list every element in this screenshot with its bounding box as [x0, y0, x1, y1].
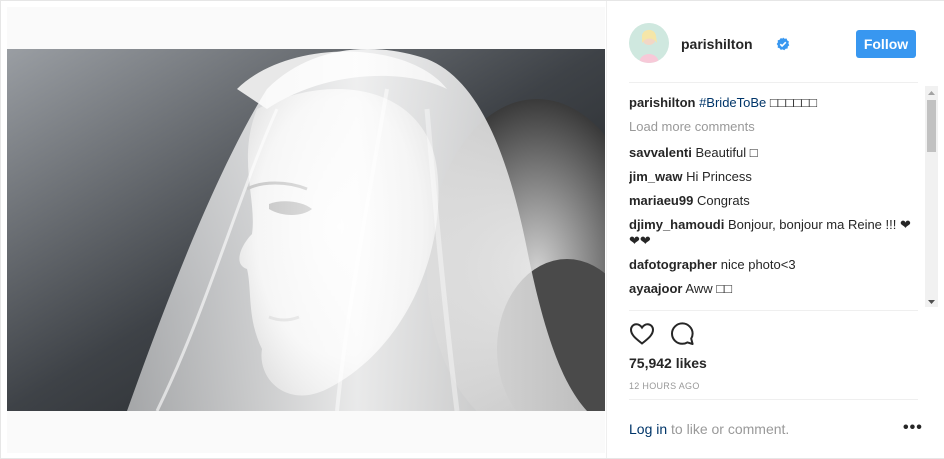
comment-text: nice photo<3 — [720, 257, 796, 272]
comment-item: ayaajoor Aww □□ — [629, 281, 911, 297]
comment-username[interactable]: djimy_hamoudi — [629, 217, 724, 232]
scroll-up-arrow-icon[interactable] — [925, 86, 938, 98]
caption-username[interactable]: parishilton — [629, 95, 695, 110]
avatar-image — [629, 23, 669, 63]
comment-item: savvalenti Beautiful □ — [629, 145, 911, 161]
load-more-comments-link[interactable]: Load more comments — [629, 119, 911, 135]
likes-count[interactable]: 75,942 likes — [629, 355, 707, 371]
post-header: parishilton Follow — [629, 23, 918, 65]
comment-username[interactable]: savvalenti — [629, 145, 692, 160]
post-media — [7, 7, 605, 453]
post-timestamp[interactable]: 12 HOURS AGO — [629, 381, 700, 391]
author-username[interactable]: parishilton — [681, 36, 753, 52]
divider — [629, 310, 918, 311]
comments-scrollbar[interactable] — [925, 86, 938, 307]
more-options-button[interactable]: ••• — [903, 419, 923, 437]
scroll-down-arrow-icon[interactable] — [925, 295, 938, 307]
photo-image — [7, 49, 605, 411]
comment-item: jim_waw Hi Princess — [629, 169, 911, 185]
login-prompt-text: to like or comment. — [667, 421, 790, 437]
divider — [629, 399, 918, 400]
scrollbar-thumb[interactable] — [927, 100, 936, 152]
caption-emoji: □□□□□□ — [769, 95, 818, 110]
comment-item: djimy_hamoudi Bonjour, bonjour ma Reine … — [629, 217, 911, 249]
comment-text: Aww □□ — [685, 281, 732, 296]
comment-text: Hi Princess — [686, 169, 752, 184]
caption: parishilton #BrideToBe □□□□□□ — [629, 95, 911, 111]
comment-icon[interactable] — [669, 321, 695, 347]
follow-button[interactable]: Follow — [856, 30, 916, 58]
login-link[interactable]: Log in — [629, 421, 667, 437]
post-sidebar: parishilton Follow parishilton #BrideToB… — [606, 1, 944, 458]
avatar[interactable] — [629, 23, 669, 63]
comment-username[interactable]: mariaeu99 — [629, 193, 693, 208]
caption-hashtag[interactable]: #BrideToBe — [699, 95, 766, 110]
heart-icon[interactable] — [629, 321, 655, 347]
verified-badge-icon — [776, 37, 790, 51]
comment-username[interactable]: jim_waw — [629, 169, 682, 184]
comment-text: Beautiful □ — [695, 145, 758, 160]
comment-text: Congrats — [696, 193, 750, 208]
post-container: parishilton Follow parishilton #BrideToB… — [0, 0, 944, 459]
comment-item: dafotographer nice photo<3 — [629, 257, 911, 273]
comments-section[interactable]: parishilton #BrideToBe □□□□□□ Load more … — [629, 83, 923, 309]
comment-item: mariaeu99 Congrats — [629, 193, 911, 209]
comment-username[interactable]: dafotographer — [629, 257, 717, 272]
login-prompt: Log in to like or comment. — [629, 421, 789, 437]
comment-username[interactable]: ayaajoor — [629, 281, 682, 296]
post-photo[interactable] — [7, 49, 605, 411]
